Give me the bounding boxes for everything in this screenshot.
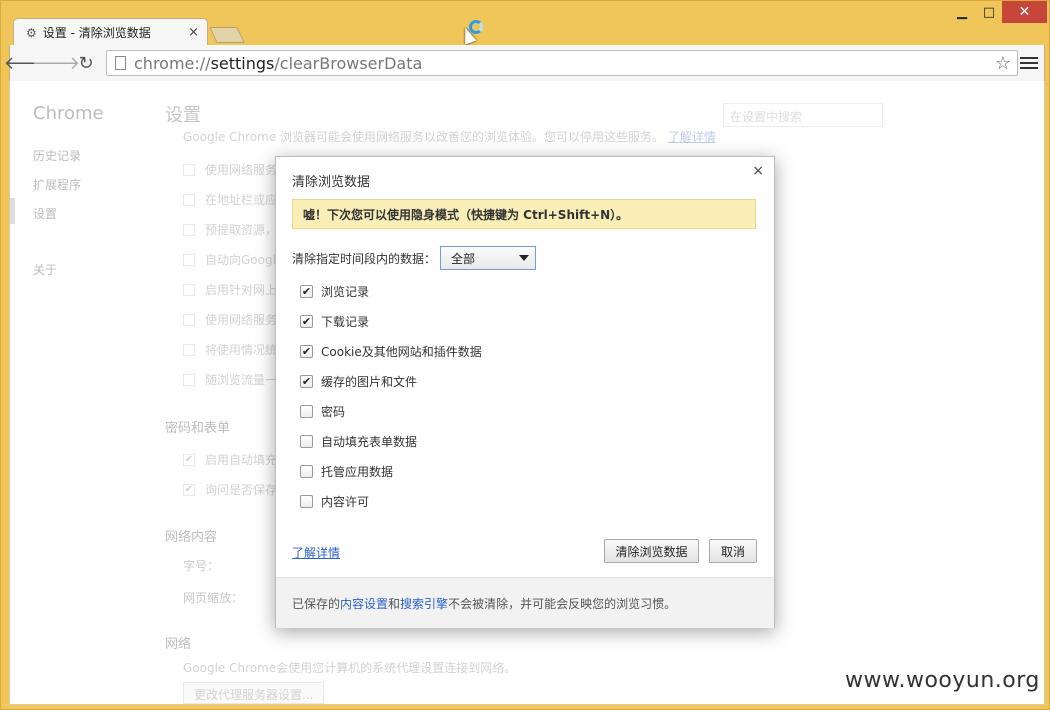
url-scheme: chrome:// bbox=[134, 53, 211, 73]
footer-text: 和 bbox=[388, 596, 401, 611]
footer-text: 已保存的 bbox=[292, 596, 341, 611]
option-hosted-app-data[interactable]: 托管应用数据 bbox=[300, 463, 393, 480]
footer-text: 不会被清除，并可能会反映您的浏览习惯。 bbox=[448, 596, 677, 611]
forward-arrow-icon[interactable]: 🡒 bbox=[32, 52, 80, 74]
maximize-button[interactable]: □ bbox=[977, 1, 1001, 23]
option-content-licenses[interactable]: 内容许可 bbox=[300, 493, 369, 510]
dialog-title: 清除浏览数据 bbox=[292, 175, 371, 190]
chevron-down-icon bbox=[519, 255, 530, 261]
window-close-button[interactable]: ✕ bbox=[1002, 1, 1047, 23]
tab-title: 设置 - 清除浏览数据 bbox=[42, 26, 151, 40]
minimize-button[interactable]: ▁ bbox=[947, 1, 977, 23]
watermark: www.wooyun.org bbox=[845, 668, 1040, 693]
checkbox[interactable]: ✔ bbox=[300, 345, 313, 358]
checkbox[interactable] bbox=[300, 405, 313, 418]
incognito-tip-banner: 嘘！下次您可以使用隐身模式（快捷键为 Ctrl+Shift+N）。 bbox=[292, 199, 756, 229]
option-cache[interactable]: ✔ 缓存的图片和文件 bbox=[300, 373, 417, 390]
option-passwords[interactable]: 密码 bbox=[300, 403, 345, 420]
dialog-close-icon[interactable]: × bbox=[752, 163, 764, 179]
new-tab-button[interactable] bbox=[209, 27, 245, 43]
dialog-footer: 已保存的 内容设置和搜索引擎 不会被清除，并可能会反映您的浏览习惯。 bbox=[276, 577, 774, 628]
cancel-button[interactable]: 取消 bbox=[709, 539, 757, 563]
checkbox[interactable]: ✔ bbox=[300, 375, 313, 388]
option-download-history[interactable]: ✔ 下载记录 bbox=[300, 313, 369, 330]
url-path: /clearBrowserData bbox=[274, 53, 423, 73]
search-engines-link[interactable]: 搜索引擎 bbox=[400, 595, 448, 612]
address-bar[interactable]: chrome://settings/clearBrowserData ☆ bbox=[106, 50, 1018, 76]
time-range-select[interactable]: 全部 bbox=[440, 246, 537, 270]
chrome-menu-icon[interactable] bbox=[1020, 53, 1038, 73]
clear-browsing-data-button[interactable]: 清除浏览数据 bbox=[604, 539, 699, 563]
learn-more-link[interactable]: 了解详情 bbox=[292, 544, 340, 561]
browser-toolbar: 🡐 🡒 ↻ chrome://settings/clearBrowserData… bbox=[4, 45, 1045, 81]
option-browsing-history[interactable]: ✔ 浏览记录 bbox=[300, 283, 369, 300]
checkbox[interactable] bbox=[300, 435, 313, 448]
option-cookies[interactable]: ✔ Cookie及其他网站和插件数据 bbox=[300, 343, 482, 360]
tab-close-icon[interactable]: × bbox=[188, 25, 199, 40]
checkbox[interactable]: ✔ bbox=[300, 285, 313, 298]
content-settings-link[interactable]: 内容设置 bbox=[340, 595, 388, 612]
time-range-label: 清除指定时间段内的数据： bbox=[292, 251, 437, 266]
title-bar: ⚙ 设置 - 清除浏览数据 × ▁ □ ✕ bbox=[1, 1, 1050, 46]
reload-icon[interactable]: ↻ bbox=[74, 52, 98, 74]
checkbox[interactable] bbox=[300, 465, 313, 478]
option-autofill[interactable]: 自动填充表单数据 bbox=[300, 433, 417, 450]
clear-browsing-data-dialog: 清除浏览数据 × 嘘！下次您可以使用隐身模式（快捷键为 Ctrl+Shift+N… bbox=[275, 156, 775, 628]
time-range-row: 清除指定时间段内的数据： 全部 bbox=[292, 246, 537, 270]
checkbox[interactable] bbox=[300, 495, 313, 508]
checkbox[interactable]: ✔ bbox=[300, 315, 313, 328]
page-icon bbox=[115, 56, 126, 70]
gear-icon: ⚙ bbox=[26, 25, 37, 40]
time-range-value: 全部 bbox=[451, 251, 476, 266]
tab-settings[interactable]: ⚙ 设置 - 清除浏览数据 × bbox=[13, 18, 208, 46]
bookmark-star-icon[interactable]: ☆ bbox=[995, 53, 1011, 74]
url-host: settings bbox=[210, 53, 275, 73]
